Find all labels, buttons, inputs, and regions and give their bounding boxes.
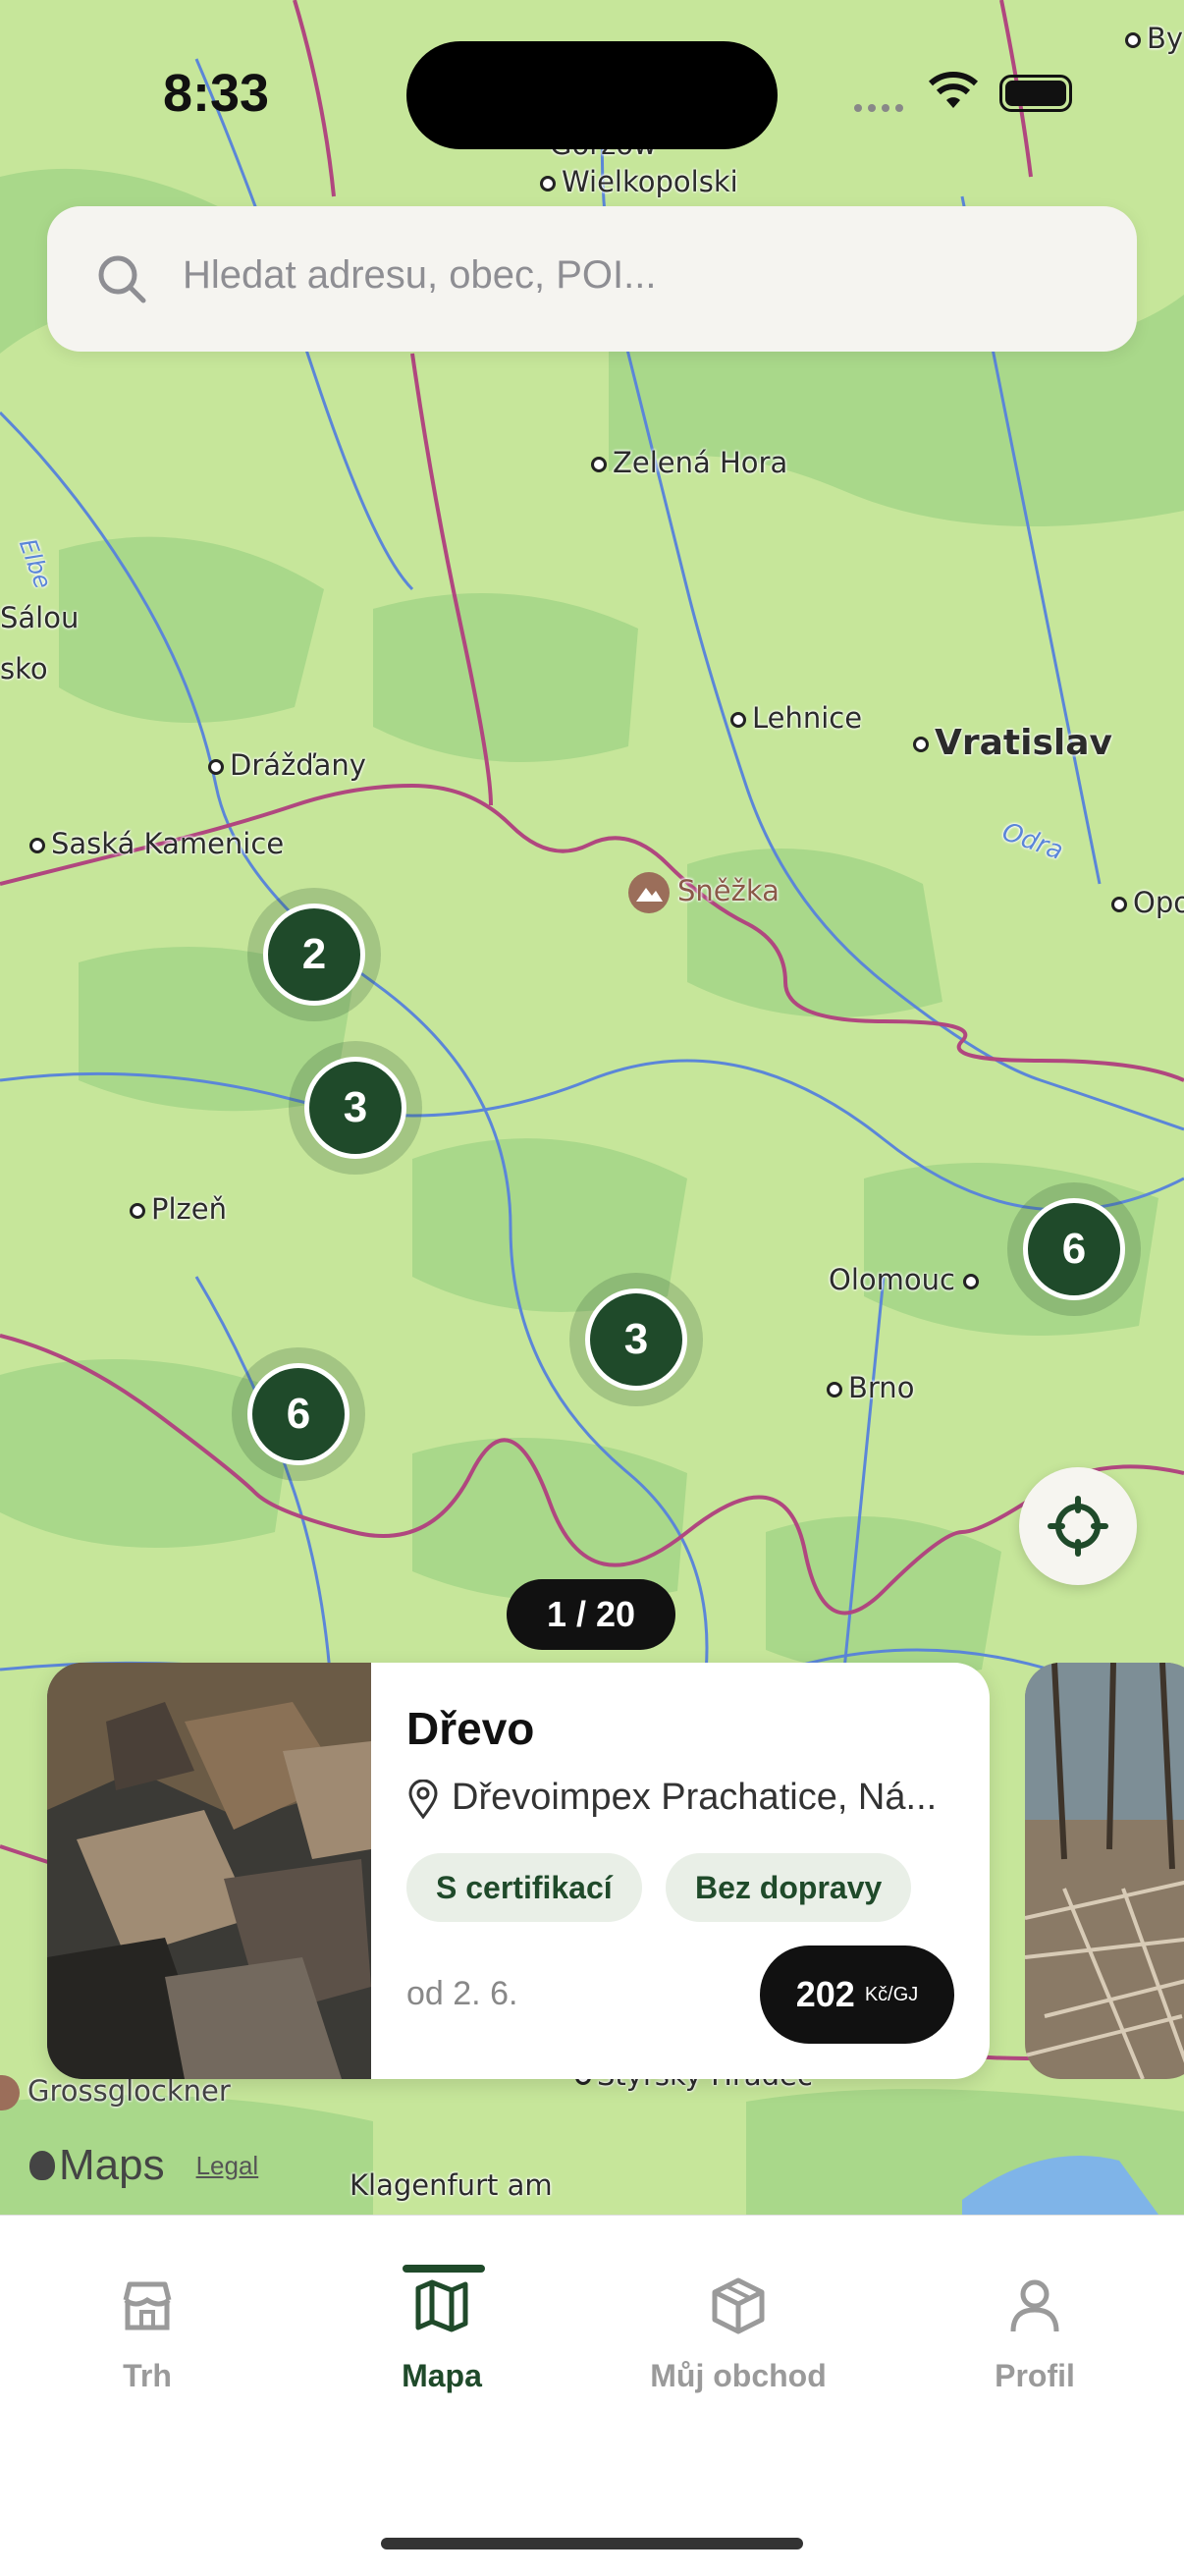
cluster-count: 6 <box>1023 1198 1125 1300</box>
search-icon <box>98 255 146 303</box>
place-dot-icon <box>730 712 746 728</box>
tab-label: Mapa <box>402 2358 482 2393</box>
place-label: Saská Kamenice <box>29 827 284 860</box>
place-dot-icon <box>130 1203 145 1219</box>
active-tab-indicator <box>403 2265 485 2273</box>
listing-card[interactable]: Dřevo Dřevoimpex Prachatice, Ná... S cer… <box>47 1663 990 2079</box>
cluster-count: 6 <box>247 1363 350 1465</box>
cluster-count: 3 <box>585 1288 687 1391</box>
tag-certified: S certifikací <box>406 1853 642 1922</box>
tab-label: Trh <box>123 2358 172 2393</box>
tab-label: Můj obchod <box>650 2358 827 2393</box>
dynamic-island <box>406 41 778 149</box>
store-icon <box>123 2281 172 2330</box>
price-unit: Kč/GJ <box>864 1983 919 2005</box>
map-cluster[interactable]: 3 <box>569 1273 703 1406</box>
price-badge: 202 Kč/GJ <box>760 1946 954 2044</box>
place-label: Brno <box>827 1371 914 1404</box>
place-dot-icon <box>1111 897 1127 912</box>
box-icon <box>712 2277 765 2334</box>
map-icon <box>415 2279 468 2332</box>
place-label: Olomouc <box>829 1263 985 1296</box>
battery-icon <box>999 75 1072 112</box>
search-placeholder: Hledat adresu, obec, POI... <box>183 253 657 297</box>
place-dot-icon <box>591 457 607 472</box>
tag-no-delivery: Bez dopravy <box>666 1853 912 1922</box>
place-label: Opo <box>1111 886 1184 919</box>
tab-profil[interactable]: Profil <box>888 2275 1182 2394</box>
listing-date: od 2. 6. <box>406 1975 518 2012</box>
place-label: Plzeň <box>130 1192 227 1226</box>
place-dot-icon <box>208 759 224 775</box>
status-time: 8:33 <box>163 64 270 123</box>
locate-me-button[interactable] <box>1019 1467 1137 1585</box>
wifi-icon <box>928 72 979 108</box>
place-label: Vratislav <box>913 723 1112 763</box>
mountain-icon <box>628 872 670 913</box>
place-label: Sněžka <box>628 872 780 913</box>
mountain-icon <box>0 2075 20 2110</box>
tab-bar: Trh Mapa Můj obchod Profil <box>0 2215 1184 2576</box>
cluster-count: 2 <box>263 904 365 1006</box>
cellular-signal-icon <box>854 104 903 112</box>
map-cluster[interactable]: 6 <box>1007 1182 1141 1316</box>
tab-muj-obchod[interactable]: Můj obchod <box>591 2275 886 2394</box>
search-bar[interactable]: Hledat adresu, obec, POI... <box>47 206 1137 352</box>
place-dot-icon <box>827 1382 842 1398</box>
map-cluster[interactable]: 6 <box>232 1347 365 1481</box>
home-indicator <box>381 2538 803 2549</box>
status-bar: 8:33 <box>0 0 1184 187</box>
carousel-pager: 1 / 20 <box>507 1579 675 1650</box>
maps-attribution: Maps Legal <box>29 2141 258 2190</box>
listing-location: Dřevoimpex Prachatice, Ná... <box>406 1777 976 1820</box>
place-label: Sálou <box>0 601 80 634</box>
listing-title: Dřevo <box>406 1703 535 1754</box>
person-icon <box>1010 2279 1059 2332</box>
legal-link[interactable]: Legal <box>196 2151 259 2181</box>
maps-logo: Maps <box>59 2141 165 2189</box>
price-value: 202 <box>795 1974 855 2014</box>
place-label: Grossglockner <box>0 2074 231 2110</box>
place-label: Klagenfurt am <box>350 2168 553 2202</box>
place-dot-icon <box>29 838 45 853</box>
place-label: Lehnice <box>730 701 862 735</box>
cluster-count: 3 <box>304 1057 406 1159</box>
listing-photo <box>47 1663 371 2079</box>
place-dot-icon <box>962 1274 979 1289</box>
tab-label: Profil <box>995 2358 1075 2393</box>
place-label: Drážďany <box>208 748 366 782</box>
tab-trh[interactable]: Trh <box>0 2275 295 2394</box>
map-cluster[interactable]: 3 <box>289 1041 422 1175</box>
place-dot-icon <box>913 737 929 752</box>
listing-photo <box>1025 1663 1184 2079</box>
next-listing-card[interactable] <box>1025 1663 1184 2079</box>
apple-logo-icon <box>29 2151 55 2180</box>
location-pin-icon <box>408 1779 438 1820</box>
map-cluster[interactable]: 2 <box>247 888 381 1021</box>
place-label: sko <box>0 652 48 685</box>
crosshair-icon <box>1048 1496 1108 1557</box>
tab-mapa[interactable]: Mapa <box>295 2265 589 2394</box>
place-label: Zelená Hora <box>591 446 787 479</box>
